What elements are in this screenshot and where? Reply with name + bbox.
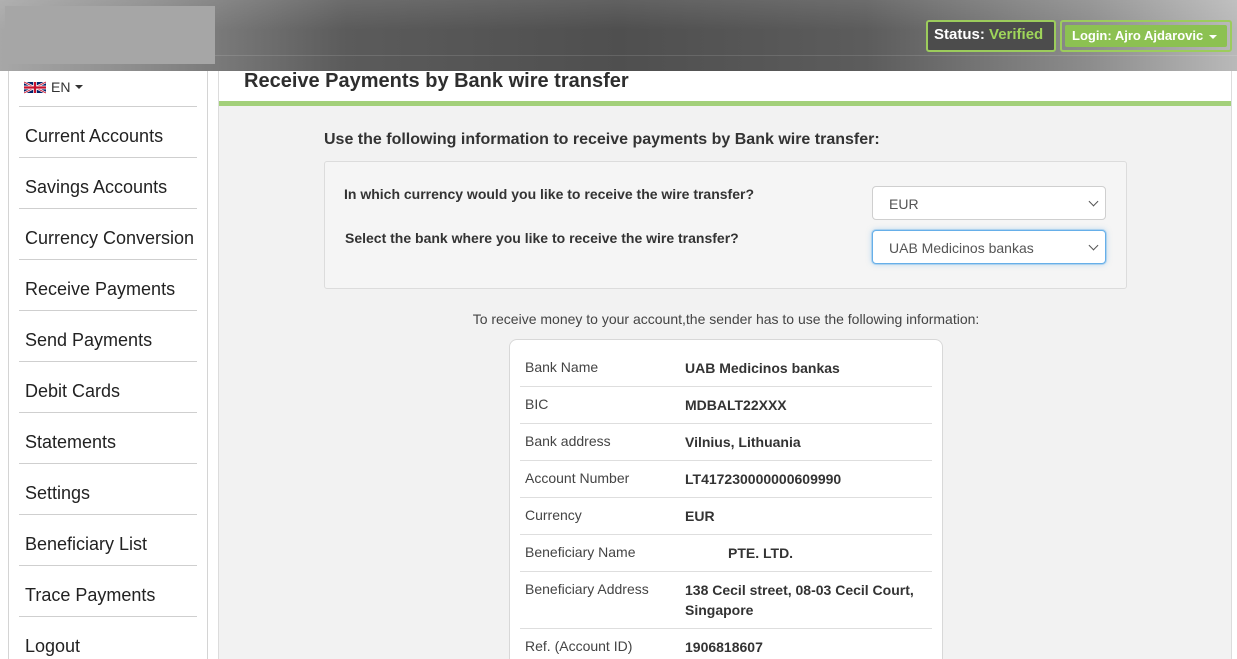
language-label: EN [51,79,71,95]
uk-flag-icon [24,80,46,94]
detail-value: 138 Cecil street, 08-03 Cecil Court, [685,582,914,598]
intro-text: Use the following information to receive… [324,131,880,148]
page-title: Receive Payments by Bank wire transfer [244,70,629,92]
login-label: Login: Ajro Ajdarovic [1072,28,1204,43]
detail-value: MDBALT22XXX [685,397,787,413]
bank-select[interactable]: UAB Medicinos bankas [872,230,1106,264]
sidebar-item-currency-conversion[interactable]: Currency Conversion [19,209,197,260]
detail-value: PTE. LTD. [728,545,794,561]
sidebar-item-beneficiary-list[interactable]: Beneficiary List [19,515,197,566]
login-dropdown[interactable]: Login: Ajro Ajdarovic [1060,20,1232,52]
sidebar-item-trace-payments[interactable]: Trace Payments [19,566,197,617]
detail-row-currency: Currency EUR [520,498,932,535]
top-header: Status: Verified Login: Ajro Ajdarovic [0,0,1237,71]
status-label: Status: [934,26,985,43]
detail-row-beneficiary-name: Beneficiary Name PTE. LTD. [520,535,932,572]
detail-value: 1906818607 [685,639,763,655]
sidebar-item-settings[interactable]: Settings [19,464,197,515]
header-divider [215,55,1237,56]
detail-key: Ref. (Account ID) [525,638,633,654]
title-bar: Receive Payments by Bank wire transfer [219,70,1231,106]
sidebar-item-savings-accounts[interactable]: Savings Accounts [19,158,197,209]
caret-down-icon [75,85,84,89]
language-selector[interactable]: EN [24,79,84,95]
detail-key: Beneficiary Name [525,544,636,560]
detail-key: Beneficiary Address [525,581,649,597]
detail-value: LT417230000000609990 [685,471,842,487]
detail-row-account-number: Account Number LT417230000000609990 [520,461,932,498]
sidebar: EN Current Accounts Savings Accounts Cur… [8,71,208,659]
chevron-down-icon [1088,240,1099,251]
detail-row-beneficiary-address: Beneficiary Address 138 Cecil street, 08… [520,572,932,629]
currency-select-value: EUR [889,196,919,212]
detail-value: UAB Medicinos bankas [685,360,840,376]
redacted-name-block [685,546,728,563]
login-button[interactable]: Login: Ajro Ajdarovic [1065,25,1227,47]
options-card: In which currency would you like to rece… [324,161,1127,289]
sidebar-item-receive-payments[interactable]: Receive Payments [19,260,197,311]
detail-value-line2: Singapore [685,602,754,618]
currency-question: In which currency would you like to rece… [344,186,755,202]
detail-value: Vilnius, Lithuania [685,434,801,450]
detail-value-wrapper: PTE. LTD. [685,543,793,563]
chevron-down-icon [1088,196,1099,207]
status-badge: Status: Verified [926,20,1056,52]
detail-row-bic: BIC MDBALT22XXX [520,387,932,424]
sidebar-item-debit-cards[interactable]: Debit Cards [19,362,197,413]
sidebar-item-current-accounts[interactable]: Current Accounts [19,107,197,158]
status-value: Verified [989,26,1044,43]
detail-key: Bank Name [525,359,599,375]
bank-details-card: Bank Name UAB Medicinos bankas BIC MDBAL… [509,339,943,659]
main-content: Receive Payments by Bank wire transfer U… [218,70,1232,659]
detail-row-bank-address: Bank address Vilnius, Lithuania [520,424,932,461]
detail-key: BIC [525,396,549,412]
bank-select-value: UAB Medicinos bankas [889,240,1034,256]
bank-question: Select the bank where you like to receiv… [345,230,739,246]
detail-row-reference: Ref. (Account ID) 1906818607 [520,629,932,659]
sender-note: To receive money to your account,the sen… [472,311,980,327]
sidebar-item-logout[interactable]: Logout [19,617,197,659]
detail-row-bank-name: Bank Name UAB Medicinos bankas [520,359,932,387]
detail-key: Bank address [525,433,611,449]
logo-placeholder[interactable] [5,6,215,64]
sidebar-item-statements[interactable]: Statements [19,413,197,464]
detail-value: EUR [685,508,715,524]
detail-key: Currency [525,507,582,523]
sidebar-item-send-payments[interactable]: Send Payments [19,311,197,362]
caret-down-icon [1208,34,1217,39]
currency-select[interactable]: EUR [872,186,1106,220]
detail-key: Account Number [525,470,630,486]
